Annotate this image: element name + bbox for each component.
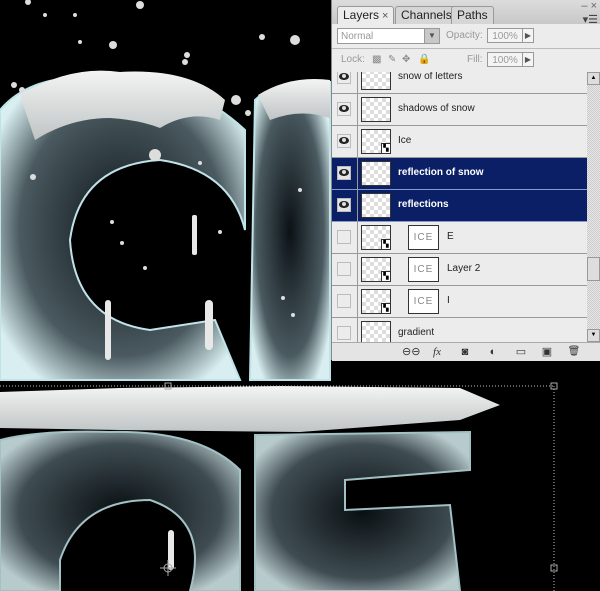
layer-row[interactable]: reflections	[332, 190, 587, 222]
layer-name: gradient	[398, 327, 435, 338]
column-divider	[357, 126, 358, 158]
panel-tab-bar: Layers × Channels Paths – × ▾☰	[332, 0, 600, 26]
scroll-up-icon[interactable]: ▲	[587, 72, 600, 85]
visibility-toggle[interactable]	[337, 166, 351, 180]
layer-row[interactable]: ▚ ICE Layer 2	[332, 254, 587, 286]
visibility-toggle[interactable]	[337, 198, 351, 212]
layers-list: snow of letters shadows of snow ▚ Ice reflec…	[332, 72, 587, 342]
layer-thumbnail[interactable]	[361, 321, 391, 342]
layer-thumbnail[interactable]: ▚	[361, 289, 391, 314]
eye-icon	[339, 105, 349, 112]
visibility-toggle[interactable]	[337, 134, 351, 148]
smart-object-icon: ▚	[381, 143, 391, 154]
column-divider	[357, 318, 358, 342]
fx-icon[interactable]: fx	[430, 345, 444, 359]
layer-name: Layer 2	[447, 263, 481, 274]
layer-row[interactable]: reflection of snow	[332, 158, 587, 190]
lock-transparent-icon[interactable]: ▩	[372, 55, 382, 65]
layers-panel-footer: ⊖⊖ fx ◙ ◐ ▭ ▣ 🗑	[332, 342, 600, 361]
opacity-field[interactable]: 100%	[487, 28, 523, 43]
scroll-thumb[interactable]	[587, 257, 600, 281]
layer-mask-thumbnail[interactable]: ICE	[408, 257, 439, 282]
add-mask-icon[interactable]: ◙	[458, 345, 472, 359]
tab-paths-label: Paths	[457, 8, 488, 22]
column-divider	[357, 286, 358, 318]
layer-row[interactable]: gradient	[332, 318, 587, 342]
tab-channels-label: Channels	[401, 8, 452, 22]
layer-row[interactable]: ▚ ICE E	[332, 222, 587, 254]
layer-thumbnail[interactable]: ▚	[361, 257, 391, 282]
visibility-toggle[interactable]	[337, 230, 351, 244]
layer-thumbnail[interactable]: ▚	[361, 225, 391, 250]
lock-label: Lock:	[341, 54, 365, 65]
column-divider	[357, 254, 358, 286]
smart-object-icon: ▚	[381, 239, 391, 250]
window-controls: – ×	[581, 0, 597, 12]
minimize-icon[interactable]: –	[581, 0, 587, 12]
close-tab-icon[interactable]: ×	[382, 10, 388, 22]
layer-name: snow of letters	[398, 72, 463, 82]
layer-row[interactable]: ▚ Ice	[332, 126, 587, 158]
lock-fill-row: Lock: ▩ ✎ ✥ 🔒 Fill: 100% ▶	[332, 48, 600, 73]
layer-row[interactable]: ▚ ICE I	[332, 286, 587, 318]
layer-thumbnail[interactable]: ▚	[361, 129, 391, 154]
layer-row[interactable]: snow of letters	[332, 72, 587, 94]
visibility-toggle[interactable]	[337, 72, 351, 84]
tab-channels[interactable]: Channels	[395, 6, 458, 24]
column-divider	[357, 72, 358, 94]
visibility-toggle[interactable]	[337, 262, 351, 276]
lock-position-icon[interactable]: ✥	[402, 55, 412, 65]
layers-scrollbar[interactable]: ▲ ▼	[587, 72, 600, 342]
column-divider	[357, 94, 358, 126]
link-layers-icon[interactable]: ⊖⊖	[402, 345, 420, 359]
eye-icon	[339, 169, 349, 176]
layer-name: shadows of snow	[398, 103, 475, 114]
visibility-toggle[interactable]	[337, 326, 351, 340]
new-group-icon[interactable]: ▭	[514, 345, 528, 359]
lock-all-icon[interactable]: 🔒	[418, 55, 430, 65]
blend-mode-select[interactable]: Normal ▼	[337, 28, 440, 44]
fill-slider-arrow-icon[interactable]: ▶	[522, 52, 534, 67]
smart-object-icon: ▚	[381, 303, 391, 314]
layer-name: Ice	[398, 135, 412, 146]
layer-name: I	[447, 295, 450, 306]
lock-image-icon[interactable]: ✎	[388, 55, 398, 65]
layer-mask-thumbnail[interactable]: ICE	[408, 225, 439, 250]
tab-paths[interactable]: Paths	[451, 6, 494, 24]
letter-e	[248, 79, 331, 381]
column-divider	[357, 190, 358, 222]
layer-name: reflections	[398, 199, 449, 210]
column-divider	[357, 222, 358, 254]
adjustment-layer-icon[interactable]: ◐	[486, 345, 500, 359]
tab-layers[interactable]: Layers ×	[337, 6, 395, 24]
eye-icon	[339, 201, 349, 208]
smart-object-icon: ▚	[381, 271, 391, 282]
eye-icon	[339, 73, 349, 80]
layer-thumbnail[interactable]	[361, 193, 391, 218]
layer-thumbnail[interactable]	[361, 97, 391, 122]
chevron-down-icon[interactable]: ▼	[424, 29, 439, 43]
column-divider	[357, 158, 358, 190]
layers-panel: Layers × Channels Paths – × ▾☰ Normal ▼ O…	[331, 0, 600, 361]
visibility-toggle[interactable]	[337, 102, 351, 116]
blend-opacity-row: Normal ▼ Opacity: 100% ▶	[332, 24, 600, 49]
layer-name: reflection of snow	[398, 167, 484, 178]
new-layer-icon[interactable]: ▣	[540, 345, 554, 359]
tab-layers-label: Layers	[343, 8, 380, 22]
blend-mode-value: Normal	[341, 31, 374, 42]
layer-thumbnail[interactable]	[361, 161, 391, 186]
eye-icon	[339, 137, 349, 144]
close-icon[interactable]: ×	[591, 0, 597, 12]
layer-mask-thumbnail[interactable]: ICE	[408, 289, 439, 314]
layer-thumbnail[interactable]	[361, 72, 391, 90]
scroll-down-icon[interactable]: ▼	[587, 329, 600, 342]
delete-layer-icon[interactable]: 🗑	[567, 345, 581, 359]
opacity-slider-arrow-icon[interactable]: ▶	[522, 28, 534, 43]
visibility-toggle[interactable]	[337, 294, 351, 308]
layer-name: E	[447, 231, 454, 242]
fill-label: Fill:	[467, 54, 483, 65]
layer-row[interactable]: shadows of snow	[332, 94, 587, 126]
fill-field[interactable]: 100%	[487, 52, 523, 67]
opacity-label: Opacity:	[446, 30, 483, 41]
